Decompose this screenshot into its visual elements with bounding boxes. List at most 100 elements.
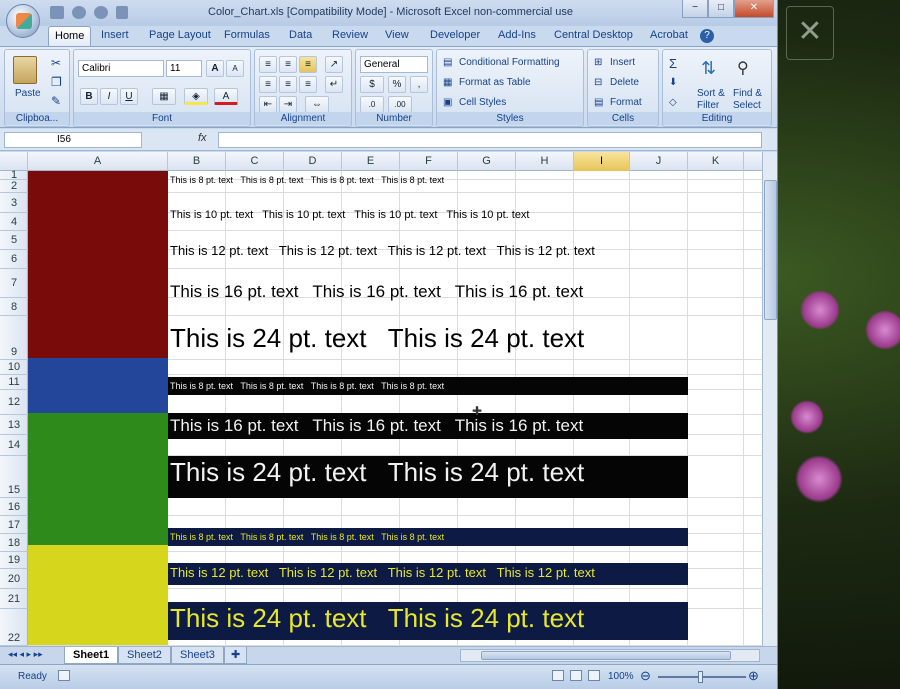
name-box[interactable]: I56	[4, 132, 142, 148]
row-header-18[interactable]: 18	[0, 534, 28, 552]
maximize-button[interactable]: □	[708, 0, 734, 18]
row-header-14[interactable]: 14	[0, 435, 28, 456]
zoom-in-icon[interactable]: ⊕	[748, 668, 759, 684]
font-name-select[interactable]: Calibri	[78, 60, 164, 77]
merge-center-icon[interactable]: ⇔	[305, 96, 329, 113]
row-header-3[interactable]: 3	[0, 193, 28, 213]
qat-customize-icon[interactable]	[116, 6, 128, 19]
align-right-icon[interactable]: ≡	[299, 76, 317, 93]
column-header-f[interactable]: F	[400, 152, 458, 171]
format-painter-icon[interactable]: ✎	[51, 94, 61, 108]
cell-text-r3[interactable]: This is 10 pt. text This is 10 pt. text …	[170, 209, 530, 221]
clear-icon[interactable]: ◇	[669, 97, 677, 108]
tab-data[interactable]: Data	[289, 29, 312, 41]
row-header-1[interactable]: 1	[0, 170, 28, 181]
shrink-font-button[interactable]: A	[226, 60, 244, 77]
column-header-j[interactable]: J	[630, 152, 688, 171]
cell-text-r5[interactable]: This is 12 pt. text This is 12 pt. text …	[170, 243, 595, 258]
italic-button[interactable]: I	[100, 88, 118, 105]
macro-record-icon[interactable]	[58, 670, 70, 681]
sort-button[interactable]: Sort &	[697, 88, 725, 99]
zoom-slider-thumb[interactable]	[698, 671, 703, 683]
fill-a-yellow[interactable]	[28, 545, 168, 645]
number-format-select[interactable]: General	[360, 56, 428, 73]
row-header-4[interactable]: 4	[0, 213, 28, 231]
comma-button[interactable]: ,	[410, 76, 428, 93]
row-header-7[interactable]: 7	[0, 269, 28, 298]
wrap-text-icon[interactable]: ↵	[325, 76, 343, 93]
redo-icon[interactable]	[94, 6, 108, 19]
format-cells-button[interactable]: Format	[610, 97, 642, 108]
insert-function-button[interactable]: fx	[198, 132, 207, 144]
align-bottom-icon[interactable]: ≡	[299, 56, 317, 73]
cell-text-r1[interactable]: This is 8 pt. text This is 8 pt. text Th…	[170, 175, 444, 185]
decrease-indent-icon[interactable]: ⇤	[259, 96, 277, 113]
align-middle-icon[interactable]: ≡	[279, 56, 297, 73]
column-header-a[interactable]: A	[28, 152, 168, 171]
increase-decimal-button[interactable]: .0	[360, 96, 384, 113]
column-header-d[interactable]: D	[284, 152, 342, 171]
row-header-10[interactable]: 10	[0, 360, 28, 375]
cell-text-r18[interactable]: This is 8 pt. text This is 8 pt. text Th…	[170, 532, 444, 542]
sheet-tab-3[interactable]: Sheet3	[171, 647, 224, 664]
cut-icon[interactable]: ✂	[51, 56, 61, 70]
fill-color-icon[interactable]: ◈	[184, 88, 208, 105]
row-header-5[interactable]: 5	[0, 231, 28, 250]
tab-home[interactable]: Home	[48, 26, 92, 46]
zoom-out-icon[interactable]: ⊖	[640, 668, 651, 684]
cell-text-r7[interactable]: This is 16 pt. text This is 16 pt. text …	[170, 282, 583, 302]
tab-formulas[interactable]: Formulas	[224, 29, 270, 41]
insert-cells-button[interactable]: Insert	[610, 57, 635, 68]
row-header-22[interactable]: 22	[0, 609, 28, 646]
minimize-button[interactable]: −	[682, 0, 708, 18]
row-header-11[interactable]: 11	[0, 375, 28, 390]
row-header-21[interactable]: 21	[0, 589, 28, 609]
paste-button[interactable]: Paste	[15, 88, 41, 99]
row-header-15[interactable]: 15	[0, 456, 28, 498]
format-as-table-button[interactable]: Format as Table	[459, 77, 531, 88]
sheet-tab-2[interactable]: Sheet2	[118, 647, 171, 664]
formula-input[interactable]	[218, 132, 762, 148]
worksheet-grid[interactable]: ABCDEFGHIJK 1 2 3 4 5 6 7 8 9 10 11 12 13 14 15 16 17 18 1…	[0, 152, 762, 646]
currency-button[interactable]: $	[360, 76, 384, 93]
undo-icon[interactable]	[72, 6, 86, 19]
zoom-level[interactable]: 100%	[608, 671, 634, 682]
tab-acrobat[interactable]: Acrobat	[650, 29, 688, 41]
row-header-20[interactable]: 20	[0, 569, 28, 589]
row-header-8[interactable]: 8	[0, 298, 28, 316]
row-header-12[interactable]: 12	[0, 390, 28, 415]
find-button[interactable]: Find &	[733, 88, 762, 99]
row-header-6[interactable]: 6	[0, 250, 28, 269]
tab-developer[interactable]: Developer	[430, 29, 480, 41]
cell-text-r22[interactable]: This is 24 pt. text This is 24 pt. text	[170, 603, 584, 634]
horizontal-scroll-thumb[interactable]	[481, 651, 731, 660]
borders-icon[interactable]: ▦	[152, 88, 176, 105]
tab-page-layout[interactable]: Page Layout	[149, 29, 211, 41]
copy-icon[interactable]: ❐	[51, 75, 62, 89]
cell-text-r20[interactable]: This is 12 pt. text This is 12 pt. text …	[170, 565, 595, 580]
underline-button[interactable]: U	[120, 88, 138, 105]
gadget-close-icon[interactable]: ✕	[786, 6, 834, 60]
close-button[interactable]: ✕	[734, 0, 774, 18]
page-layout-view-icon[interactable]	[570, 670, 582, 681]
column-header-h[interactable]: H	[516, 152, 574, 171]
column-header-c[interactable]: C	[226, 152, 284, 171]
percent-button[interactable]: %	[388, 76, 406, 93]
select-button[interactable]: Select	[733, 100, 761, 111]
row-header-19[interactable]: 19	[0, 552, 28, 569]
horizontal-scrollbar[interactable]	[460, 649, 760, 662]
cell-text-r15[interactable]: This is 24 pt. text This is 24 pt. text	[170, 457, 584, 488]
normal-view-icon[interactable]	[552, 670, 564, 681]
grow-font-button[interactable]: A	[206, 60, 224, 77]
align-center-icon[interactable]: ≡	[279, 76, 297, 93]
sheet-tab-1[interactable]: Sheet1	[64, 647, 119, 664]
cell-text-r11[interactable]: This is 8 pt. text This is 8 pt. text Th…	[170, 381, 444, 391]
column-header-b[interactable]: B	[168, 152, 226, 171]
insert-sheet-icon[interactable]: ✚	[224, 647, 248, 664]
help-icon[interactable]: ?	[700, 29, 714, 43]
cell-text-r9[interactable]: This is 24 pt. text This is 24 pt. text	[170, 323, 584, 354]
font-color-icon[interactable]: A	[214, 88, 238, 105]
filter-button[interactable]: Filter	[697, 100, 719, 111]
row-header-17[interactable]: 17	[0, 516, 28, 534]
autosum-button[interactable]: Σ	[669, 56, 677, 71]
